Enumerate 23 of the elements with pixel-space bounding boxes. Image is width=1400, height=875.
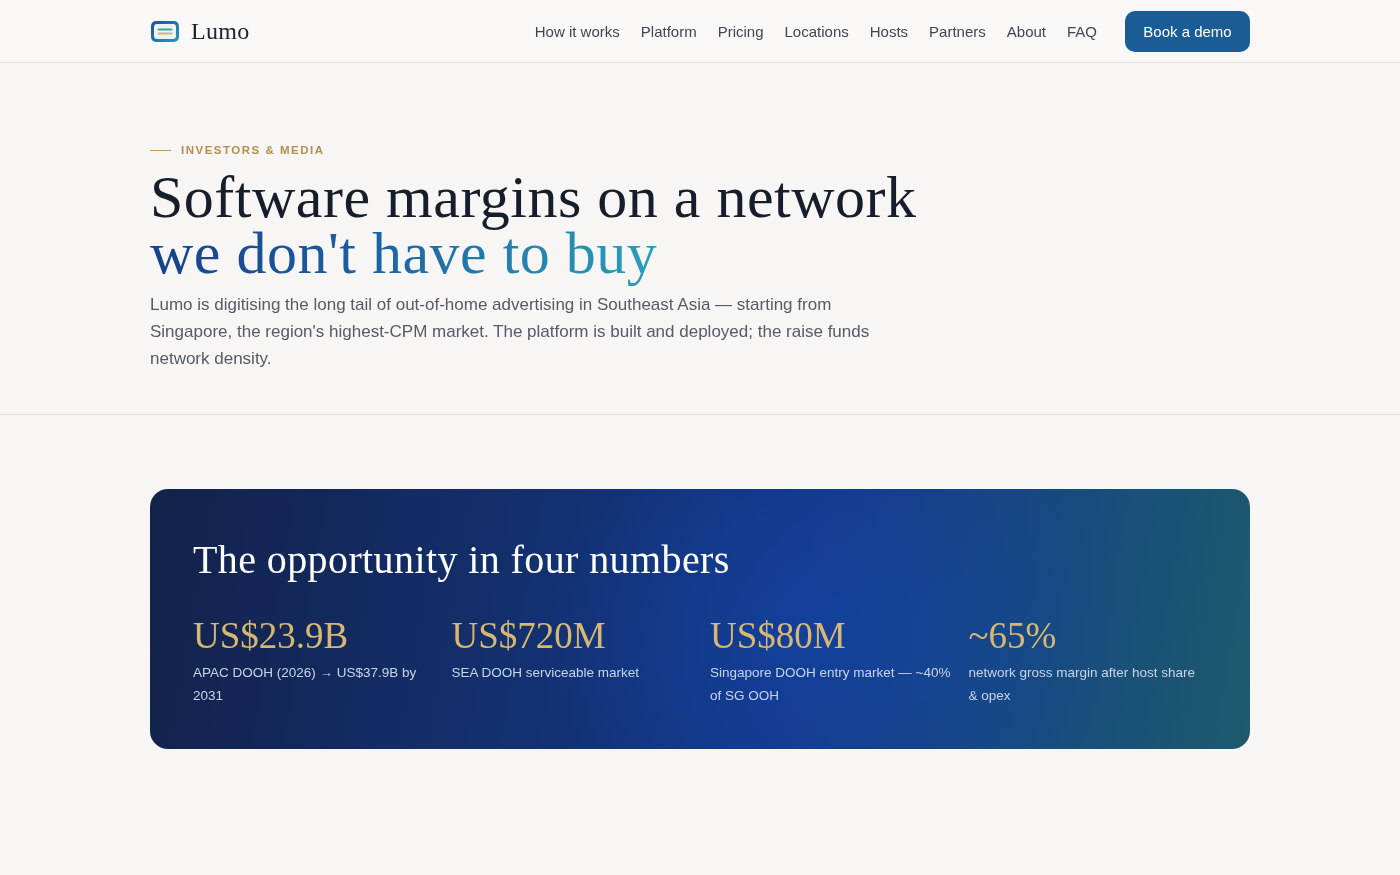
stat-value: ~65%: [968, 614, 1058, 658]
stat-value: US$23.9B: [193, 614, 350, 658]
hero-paragraph: Lumo is digitising the long tail of out-of-home advertising in Southeast Asia — starting from Singapore, the region's highest-CPM market. The platform is built and deployed; the raise funds network density.: [150, 294, 871, 370]
stat-label: Singapore DOOH entry market — ~40% of SG OOH: [710, 664, 952, 705]
eyebrow-label: INVESTORS & MEDIA: [181, 143, 325, 158]
nav-link[interactable]: Pricing: [717, 22, 764, 40]
stat-label: APAC DOOH (2026) → US$37.9B by 2031: [193, 664, 418, 705]
nav-link[interactable]: Locations: [784, 22, 849, 40]
nav-link[interactable]: About: [1006, 22, 1046, 40]
book-demo-button[interactable]: Book a demo: [1125, 10, 1250, 52]
nav-link[interactable]: Hosts: [869, 22, 909, 40]
nav-link[interactable]: Partners: [929, 22, 986, 40]
nav-link[interactable]: How it works: [534, 22, 620, 40]
stat-value: US$720M: [451, 614, 607, 658]
brand-name[interactable]: Lumo: [191, 17, 250, 45]
nav-link[interactable]: FAQ: [1067, 22, 1097, 40]
card-title: The opportunity in four numbers: [193, 537, 730, 583]
logo-icon: [150, 19, 180, 43]
stat-label: network gross margin after host share & opex: [968, 664, 1197, 705]
hero-heading: Software margins on a network we don't have to buy: [150, 163, 918, 287]
stat-label: SEA DOOH serviceable market: [451, 664, 641, 682]
nav-link[interactable]: Platform: [640, 22, 697, 40]
stat-value: US$80M: [710, 614, 847, 658]
